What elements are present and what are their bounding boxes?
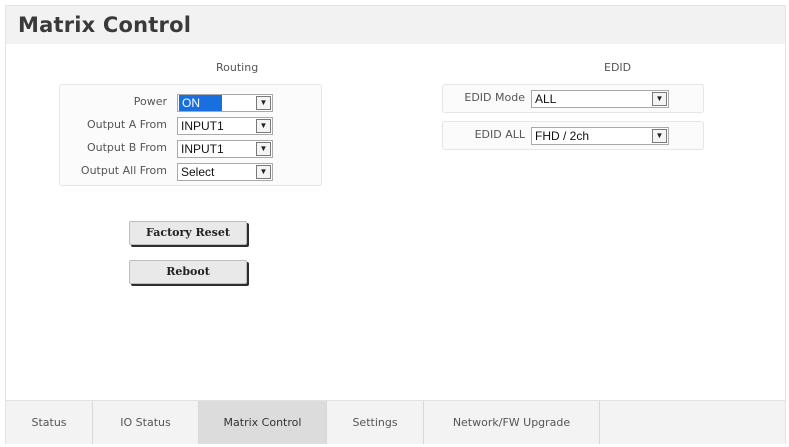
tab-matrix-control[interactable]: Matrix Control [199, 401, 327, 444]
output-all-select[interactable]: Select ▼ [177, 163, 273, 181]
edid-all-value: FHD / 2ch [535, 129, 590, 143]
tab-network-fw-upgrade[interactable]: Network/FW Upgrade [424, 401, 600, 444]
edid-mode-row: EDID Mode ALL ▼ [443, 88, 703, 108]
output-a-value: INPUT1 [181, 119, 224, 133]
edid-mode-panel: EDID Mode ALL ▼ [442, 84, 704, 113]
chevron-down-icon[interactable]: ▼ [652, 129, 667, 143]
chevron-down-icon[interactable]: ▼ [256, 142, 271, 156]
edid-all-select[interactable]: FHD / 2ch ▼ [531, 127, 669, 145]
chevron-down-icon[interactable]: ▼ [256, 96, 271, 110]
output-a-label: Output A From [87, 118, 167, 131]
edid-all-panel: EDID ALL FHD / 2ch ▼ [442, 121, 704, 150]
output-b-value: INPUT1 [181, 142, 224, 156]
tab-status[interactable]: Status [6, 401, 93, 444]
page-title: Matrix Control [18, 13, 192, 37]
reboot-button[interactable]: Reboot [129, 260, 247, 284]
output-a-select[interactable]: INPUT1 ▼ [177, 117, 273, 135]
output-all-value: Select [181, 165, 215, 179]
output-b-row: Output B From INPUT1 ▼ [60, 138, 321, 158]
edid-all-label: EDID ALL [474, 128, 525, 141]
output-b-select[interactable]: INPUT1 ▼ [177, 140, 273, 158]
edid-mode-label: EDID Mode [464, 91, 525, 104]
page-header: Matrix Control [6, 6, 785, 44]
power-value: ON [179, 95, 222, 111]
chevron-down-icon[interactable]: ▼ [256, 165, 271, 179]
output-a-row: Output A From INPUT1 ▼ [60, 115, 321, 135]
power-row: Power ON ▼ [60, 92, 321, 112]
bottom-tab-bar: Status IO Status Matrix Control Settings… [6, 400, 785, 444]
chevron-down-icon[interactable]: ▼ [256, 119, 271, 133]
edid-heading: EDID [604, 61, 632, 74]
tab-settings[interactable]: Settings [327, 401, 424, 444]
edid-mode-select[interactable]: ALL ▼ [531, 90, 669, 108]
edid-all-row: EDID ALL FHD / 2ch ▼ [443, 125, 703, 145]
edid-mode-value: ALL [535, 92, 557, 106]
output-b-label: Output B From [86, 141, 167, 154]
power-select[interactable]: ON ▼ [177, 94, 273, 112]
matrix-control-page: Matrix Control Routing Power ON ▼ Output… [5, 5, 786, 444]
routing-heading: Routing [216, 61, 259, 74]
output-all-row: Output All From Select ▼ [60, 161, 321, 181]
chevron-down-icon[interactable]: ▼ [652, 92, 667, 106]
power-label: Power [133, 95, 167, 108]
routing-panel: Power ON ▼ Output A From INPUT1 ▼ Output… [59, 84, 322, 186]
factory-reset-button[interactable]: Factory Reset [129, 221, 247, 245]
tab-io-status[interactable]: IO Status [93, 401, 199, 444]
output-all-label: Output All From [80, 164, 167, 177]
